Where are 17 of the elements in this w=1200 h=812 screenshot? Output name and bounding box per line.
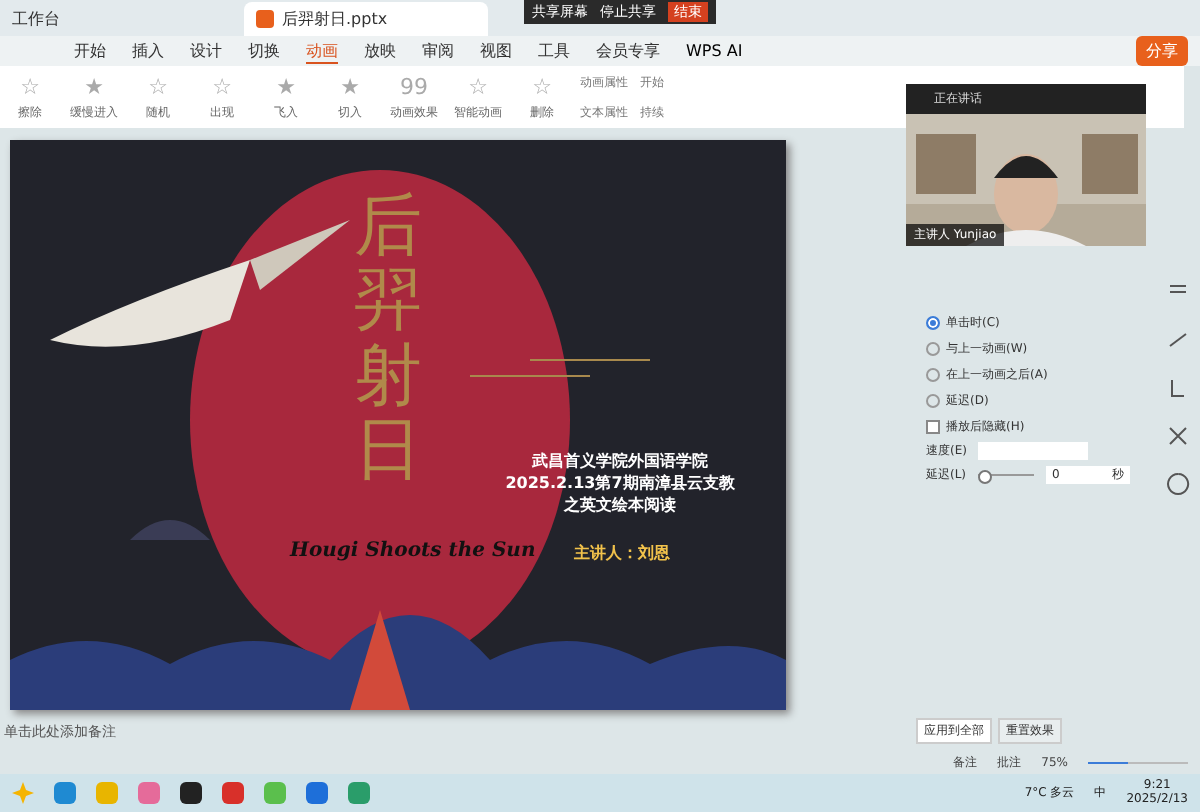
ai-menu[interactable]: WPS AI (686, 42, 743, 61)
menu-tab[interactable]: 设计 (190, 40, 222, 63)
english-title: Hougi Shoots the Sun (290, 540, 536, 563)
menu-tab[interactable]: 工具 (538, 40, 570, 63)
menu-tab[interactable]: 放映 (364, 40, 396, 63)
menu-tab[interactable]: 插入 (132, 40, 164, 63)
speaker-name: 主讲人：刘恩 (574, 542, 670, 565)
subtitle-line: 之英文绘本阅读 (561, 494, 678, 517)
slide-title: 后羿射日 (354, 190, 422, 490)
menu-tab[interactable]: 动画 (306, 39, 338, 64)
menu-tab[interactable]: 切换 (248, 40, 280, 63)
menu-tab[interactable]: 审阅 (422, 40, 454, 63)
document-tab[interactable]: 工作台 (0, 2, 244, 37)
menu-tab[interactable]: 会员专享 (596, 40, 660, 63)
document-tab[interactable]: 后羿射日.pptx (244, 2, 488, 37)
menu-tab[interactable]: 视图 (480, 40, 512, 63)
menu-tab[interactable]: 开始 (74, 40, 106, 63)
